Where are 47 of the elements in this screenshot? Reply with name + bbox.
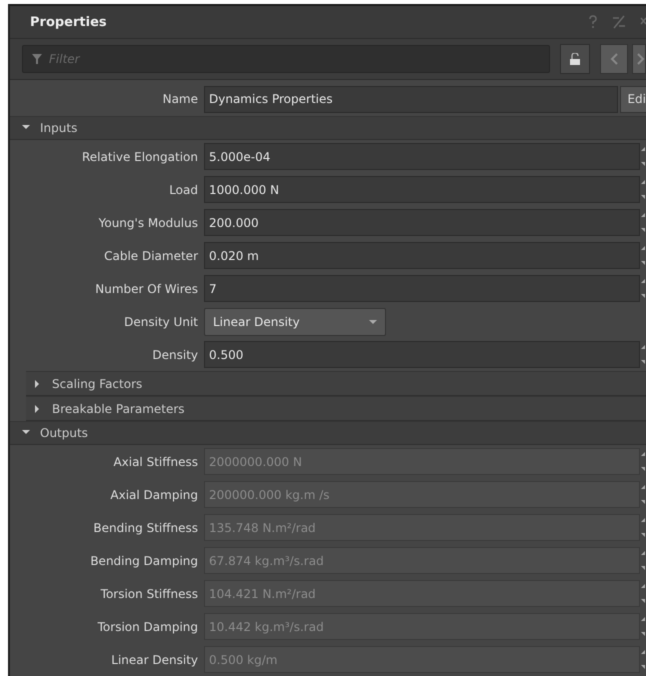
property-label: Load	[168, 182, 199, 196]
caret-icon	[369, 318, 377, 324]
property-label: Axial Damping	[109, 488, 199, 502]
panel-title: Properties	[30, 14, 108, 30]
collapsed-triangle-icon	[34, 380, 42, 388]
property-label: Torsion Damping	[96, 620, 199, 634]
section-header[interactable]: Breakable Parameters	[26, 396, 646, 421]
property-label: Name	[162, 92, 199, 106]
property-label: Bending Damping	[89, 554, 199, 568]
property-label: Density	[151, 348, 199, 362]
property-label: Young's Modulus	[98, 216, 199, 230]
property-label: Torsion Stiffness	[100, 586, 199, 600]
lock-icon	[569, 53, 581, 65]
section-header[interactable]: Inputs	[10, 116, 646, 140]
value-field[interactable]: 0.020 m	[204, 242, 640, 269]
section-header[interactable]: Scaling Factors	[26, 371, 646, 396]
value-field[interactable]: 200.000	[204, 209, 640, 236]
expanded-triangle-icon	[22, 429, 30, 437]
value-field[interactable]: 0.500	[204, 341, 640, 368]
value-field[interactable]: 7	[204, 275, 640, 302]
property-label: Number Of Wires	[94, 282, 199, 296]
slash-dots-icon[interactable]	[612, 15, 626, 29]
funnel-icon	[32, 54, 42, 64]
section-title: Breakable Parameters	[52, 402, 185, 416]
section-header[interactable]: Outputs	[10, 421, 646, 445]
section-title: Inputs	[40, 121, 78, 135]
property-label: Density Unit	[123, 314, 199, 328]
property-label: Bending Stiffness	[92, 520, 199, 534]
property-label: Relative Elongation	[80, 150, 199, 164]
lock-button[interactable]	[560, 44, 590, 74]
density-unit-dropdown[interactable]: Linear Density	[204, 308, 386, 336]
back-button[interactable]	[600, 44, 628, 74]
right-chevron-icon	[637, 53, 645, 65]
name-field[interactable]: Dynamics Properties	[204, 86, 618, 112]
forward-button[interactable]	[632, 44, 646, 74]
value-field[interactable]: 1000.000 N	[204, 176, 640, 203]
collapsed-triangle-icon	[34, 404, 42, 412]
filter-field[interactable]: Filter	[22, 45, 550, 73]
edit-button[interactable]: Edi	[620, 86, 646, 112]
property-label: Linear Density	[110, 652, 199, 666]
section-title: Outputs	[40, 426, 88, 440]
property-label: Axial Stiffness	[112, 454, 199, 468]
left-chevron-icon	[610, 53, 618, 65]
property-label: Cable Diameter	[103, 248, 199, 262]
section-title: Scaling Factors	[52, 376, 142, 390]
value-field[interactable]: 5.000e-04	[204, 143, 640, 170]
expanded-triangle-icon	[22, 124, 30, 132]
